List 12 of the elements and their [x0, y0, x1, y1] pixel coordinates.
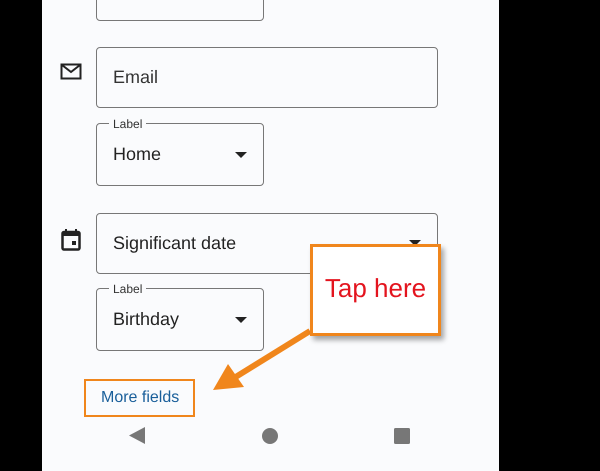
- back-icon[interactable]: [129, 427, 145, 444]
- mail-icon: [60, 62, 82, 80]
- caret-icon: [235, 152, 247, 158]
- calendar-icon: [61, 228, 81, 251]
- email-field[interactable]: Email: [96, 46, 438, 108]
- dropdown-field[interactable]: Label Home: [96, 116, 264, 186]
- callout-tooltip: Tap here: [310, 244, 441, 336]
- caret-icon: [235, 316, 247, 323]
- home-icon[interactable]: [262, 428, 278, 444]
- dropdown-field[interactable]: Label Birthday: [96, 282, 264, 351]
- recents-icon[interactable]: [394, 428, 410, 444]
- more-fields-link[interactable]: More fields: [84, 378, 196, 417]
